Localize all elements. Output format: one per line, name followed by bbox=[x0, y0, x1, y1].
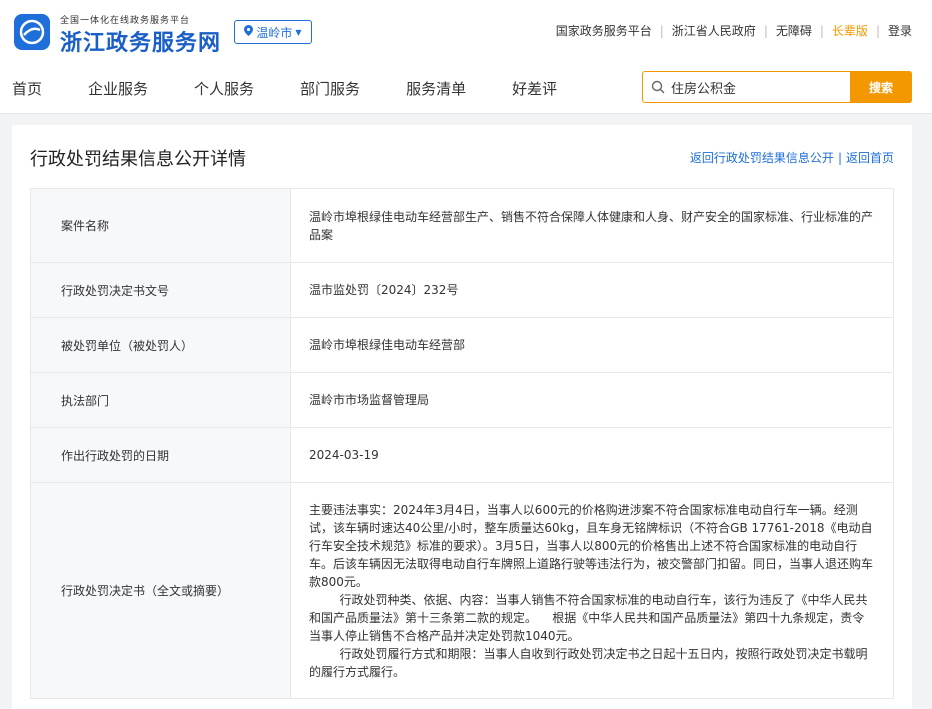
logo-title[interactable]: 浙江政务服务网 bbox=[60, 25, 221, 57]
nav-item-service-list[interactable]: 服务清单 bbox=[406, 78, 466, 99]
row-label: 行政处罚决定书（全文或摘要） bbox=[30, 482, 291, 699]
table-row: 执法部门 温岭市市场监督管理局 bbox=[30, 372, 894, 428]
main-nav: 首页 企业服务 个人服务 部门服务 服务清单 好差评 bbox=[12, 78, 603, 99]
row-value: 2024-03-19 bbox=[290, 427, 894, 483]
location-pin-icon bbox=[244, 25, 254, 39]
decision-text: 主要违法事实：2024年3月4日，当事人以600元的价格购进涉案不符合国家标准电… bbox=[290, 482, 894, 699]
row-value: 温岭市埠根绿佳电动车经营部生产、销售不符合保障人体健康和人身、财产安全的国家标准… bbox=[290, 188, 894, 263]
link-login[interactable]: 登录 bbox=[888, 22, 912, 39]
table-row: 行政处罚决定书（全文或摘要） 主要违法事实：2024年3月4日，当事人以600元… bbox=[30, 482, 894, 699]
site-logo-icon[interactable] bbox=[14, 14, 50, 50]
row-value: 温市监处罚〔2024〕232号 bbox=[290, 262, 894, 318]
row-label: 执法部门 bbox=[30, 372, 291, 428]
divider: | bbox=[837, 151, 842, 165]
back-to-list-link[interactable]: 返回行政处罚结果信息公开 bbox=[690, 151, 834, 165]
row-label: 作出行政处罚的日期 bbox=[30, 427, 291, 483]
city-selector[interactable]: 温岭市 ▼ bbox=[234, 20, 312, 44]
divider: | bbox=[763, 23, 768, 38]
decision-paragraph: 行政处罚履行方式和期限：当事人自收到行政处罚决定书之日起十五日内，按照行政处罚决… bbox=[309, 646, 868, 679]
link-elder-mode[interactable]: 长辈版 bbox=[832, 22, 868, 39]
top-header: 全国一体化在线政务服务平台 浙江政务服务网 温岭市 ▼ 国家政务服务平台 | 浙… bbox=[0, 0, 932, 62]
top-links: 国家政务服务平台 | 浙江省人民政府 | 无障碍 | 长辈版 | 登录 bbox=[556, 22, 912, 39]
divider: | bbox=[819, 23, 824, 38]
search-icon bbox=[651, 79, 665, 98]
divider: | bbox=[659, 23, 664, 38]
table-row: 行政处罚决定书文号 温市监处罚〔2024〕232号 bbox=[30, 262, 894, 318]
link-accessibility[interactable]: 无障碍 bbox=[776, 22, 812, 39]
search-box: 搜索 bbox=[642, 71, 912, 103]
nav-item-personal[interactable]: 个人服务 bbox=[194, 78, 254, 99]
row-label: 案件名称 bbox=[30, 188, 291, 263]
search-button[interactable]: 搜索 bbox=[850, 71, 912, 103]
panel-links: 返回行政处罚结果信息公开 | 返回首页 bbox=[690, 149, 894, 166]
nav-item-rating[interactable]: 好差评 bbox=[512, 78, 557, 99]
page-title: 行政处罚结果信息公开详情 bbox=[30, 149, 246, 170]
link-provincial-gov[interactable]: 浙江省人民政府 bbox=[672, 22, 756, 39]
main-nav-bar: 首页 企业服务 个人服务 部门服务 服务清单 好差评 搜索 bbox=[0, 62, 932, 114]
nav-item-enterprise[interactable]: 企业服务 bbox=[88, 78, 148, 99]
link-national-platform[interactable]: 国家政务服务平台 bbox=[556, 22, 652, 39]
nav-item-home[interactable]: 首页 bbox=[12, 78, 42, 99]
info-table: 案件名称 温岭市埠根绿佳电动车经营部生产、销售不符合保障人体健康和人身、财产安全… bbox=[30, 188, 894, 699]
search-input[interactable] bbox=[671, 76, 846, 98]
row-label: 行政处罚决定书文号 bbox=[30, 262, 291, 318]
back-home-link[interactable]: 返回首页 bbox=[846, 151, 894, 165]
table-row: 案件名称 温岭市埠根绿佳电动车经营部生产、销售不符合保障人体健康和人身、财产安全… bbox=[30, 188, 894, 263]
row-value: 温岭市市场监督管理局 bbox=[290, 372, 894, 428]
decision-paragraph: 主要违法事实：2024年3月4日，当事人以600元的价格购进涉案不符合国家标准电… bbox=[309, 502, 874, 589]
city-name: 温岭市 bbox=[256, 25, 293, 40]
detail-panel: 行政处罚结果信息公开详情 返回行政处罚结果信息公开 | 返回首页 案件名称 温岭市埠… bbox=[12, 125, 912, 709]
nav-item-department[interactable]: 部门服务 bbox=[300, 78, 360, 99]
decision-paragraph: 行政处罚种类、依据、内容：当事人销售不符合国家标准的电动自行车，该行为违反了《中… bbox=[309, 592, 868, 643]
row-label: 被处罚单位（被处罚人） bbox=[30, 317, 291, 373]
divider: | bbox=[875, 23, 880, 38]
caret-down-icon: ▼ bbox=[295, 27, 302, 37]
table-row: 作出行政处罚的日期 2024-03-19 bbox=[30, 427, 894, 483]
table-row: 被处罚单位（被处罚人） 温岭市埠根绿佳电动车经营部 bbox=[30, 317, 894, 373]
row-value: 温岭市埠根绿佳电动车经营部 bbox=[290, 317, 894, 373]
